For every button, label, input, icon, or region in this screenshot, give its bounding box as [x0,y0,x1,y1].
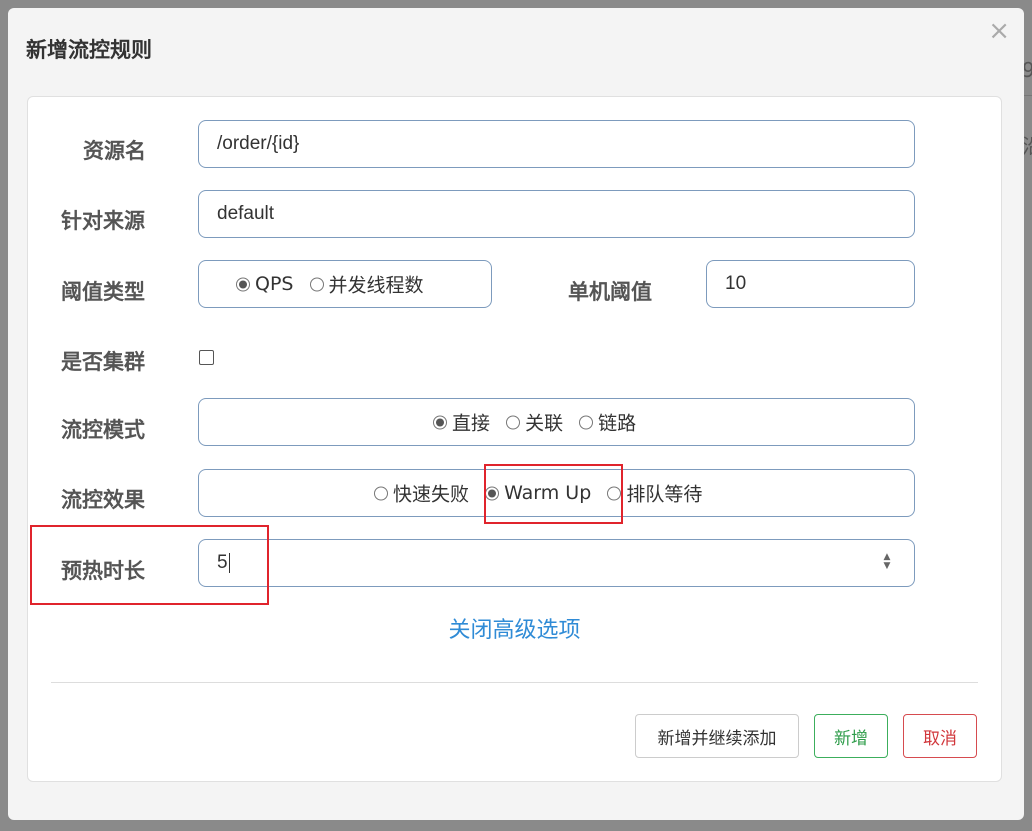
resource-input[interactable]: /order/{id} [198,120,915,168]
form-panel: 资源名 /order/{id} 针对来源 default 阈值类型 QPS 并发… [27,96,1002,782]
add-button[interactable]: 新增 [814,714,888,758]
radio-selected-icon [433,415,447,429]
warmup-period-input[interactable]: 5 ▲ ▼ [198,539,915,587]
radio-icon [309,277,324,291]
control-mode-related[interactable]: 关联 [506,409,563,436]
warmup-highlight-box [30,525,269,605]
control-mode-chain[interactable]: 链路 [579,409,636,436]
cluster-label: 是否集群 [61,350,145,374]
control-mode-label: 流控模式 [61,418,145,442]
warm-up-highlight-box [484,464,623,524]
source-value: default [217,203,275,224]
cancel-button[interactable]: 取消 [903,714,977,758]
single-threshold-input[interactable]: 10 [706,260,915,308]
radio-icon [506,415,521,429]
number-spinner-icon[interactable]: ▲ ▼ [882,553,892,573]
source-label: 针对来源 [61,209,145,233]
cluster-checkbox[interactable] [199,350,214,365]
control-mode-direct[interactable]: 直接 [433,409,490,436]
threshold-type-group: QPS 并发线程数 [198,260,492,308]
close-advanced-options-link[interactable]: 关闭高级选项 [28,612,1001,644]
radio-icon [374,486,388,500]
dialog-title: 新增流控规则 [26,38,152,62]
close-icon[interactable]: × [988,18,1010,44]
control-effect-label: 流控效果 [61,488,145,512]
add-and-continue-button[interactable]: 新增并继续添加 [635,714,799,758]
resource-value: /order/{id} [217,133,300,154]
control-mode-group: 直接 关联 链路 [198,398,915,446]
source-input[interactable]: default [198,190,915,238]
threshold-type-label: 阈值类型 [61,280,145,304]
control-effect-fast-fail[interactable]: 快速失败 [374,480,469,507]
radio-icon [579,415,594,429]
divider [51,682,978,683]
single-threshold-label: 单机阈值 [568,280,652,304]
radio-selected-icon [236,277,250,291]
resource-label: 资源名 [83,139,146,163]
threshold-type-qps[interactable]: QPS [236,273,293,295]
flow-rule-dialog: 新增流控规则 × 资源名 /order/{id} 针对来源 default 阈值… [8,8,1024,820]
threshold-type-threads[interactable]: 并发线程数 [309,271,424,298]
single-threshold-value: 10 [725,273,747,294]
